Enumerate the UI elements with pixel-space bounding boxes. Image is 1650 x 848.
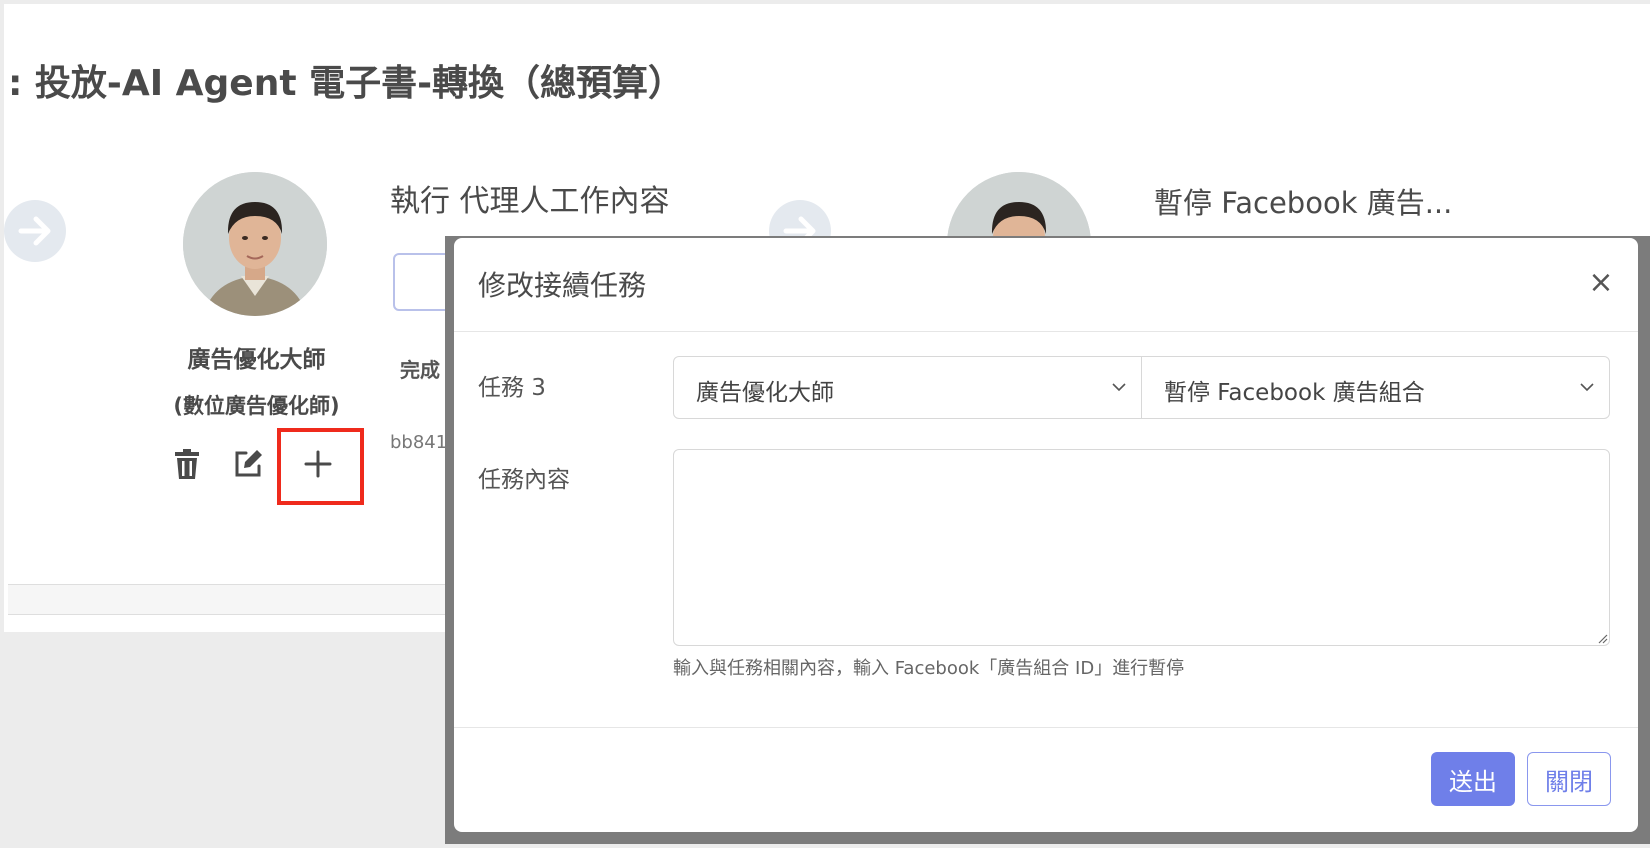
task-label: 任務 3 [478, 375, 546, 401]
task-select[interactable]: 暫停 Facebook 廣告組合 [1141, 356, 1610, 419]
done-label: 完成 [400, 358, 440, 382]
chevron-down-icon [1112, 383, 1126, 392]
resize-handle-icon[interactable] [1596, 632, 1608, 644]
step-title: 執行 代理人工作內容 [390, 184, 670, 219]
agent-role: (數位廣告優化師) [173, 394, 340, 418]
trash-icon[interactable] [172, 448, 208, 484]
agent-avatar [183, 172, 327, 316]
plus-icon[interactable] [302, 448, 338, 484]
screen: : 投放-AI Agent 電子書-轉換（總預算） 廣告優化大師 (數位廣告優化… [0, 0, 1650, 848]
modal-footer-divider [454, 727, 1638, 728]
edit-next-task-modal: 修改接續任務 × 任務 3 廣告優化大師 暫停 Facebook 廣告組合 任務… [454, 238, 1638, 832]
chevron-down-icon [1580, 383, 1594, 392]
modal-header: 修改接續任務 × [454, 238, 1638, 332]
step-title: 暫停 Facebook 廣告... [1154, 186, 1453, 220]
agent-select-value: 廣告優化大師 [696, 380, 834, 406]
agent-select[interactable]: 廣告優化大師 [673, 356, 1142, 419]
agent-name: 廣告優化大師 [187, 347, 326, 373]
id-snippet: bb841 [390, 432, 448, 453]
task-content-textarea[interactable] [673, 449, 1610, 646]
edit-icon[interactable] [232, 448, 268, 484]
close-icon[interactable]: × [1586, 268, 1616, 298]
content-label: 任務內容 [478, 467, 570, 493]
task-select-value: 暫停 Facebook 廣告組合 [1164, 380, 1425, 406]
modal-title: 修改接續任務 [478, 269, 647, 302]
submit-button[interactable]: 送出 [1431, 752, 1515, 806]
divider [8, 584, 448, 615]
help-text: 輸入與任務相關內容，輸入 Facebook「廣告組合 ID」進行暫停 [673, 658, 1185, 679]
arrow-right-icon [4, 200, 66, 262]
close-button[interactable]: 關閉 [1527, 752, 1611, 806]
page-title: : 投放-AI Agent 電子書-轉換（總預算） [8, 63, 685, 104]
